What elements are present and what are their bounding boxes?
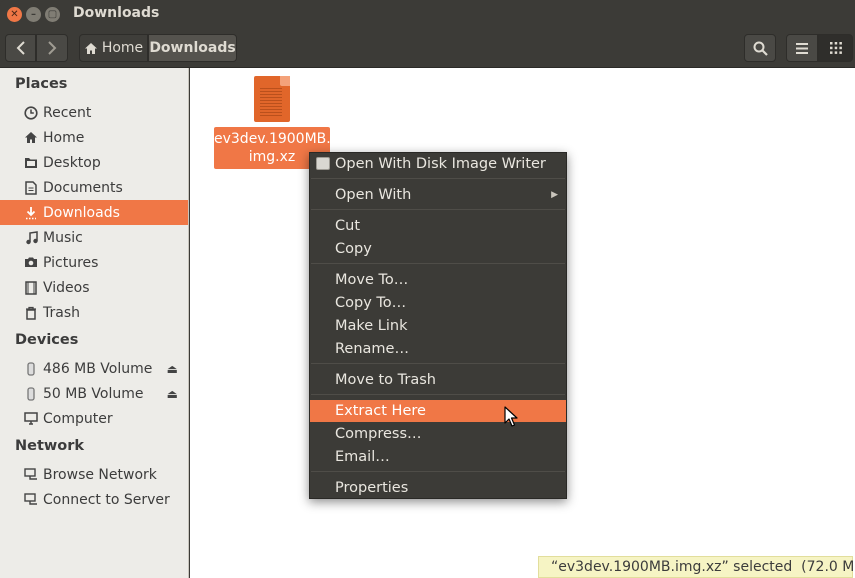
- home-icon: [84, 42, 97, 54]
- sidebar-item-documents[interactable]: Documents: [0, 175, 188, 200]
- sidebar-item-downloads[interactable]: Downloads: [0, 200, 188, 225]
- menu-item-open-with[interactable]: Open With ▶: [310, 184, 566, 206]
- menu-separator: [311, 471, 565, 472]
- search-button[interactable]: [744, 34, 776, 62]
- sidebar-item-computer[interactable]: Computer: [0, 406, 188, 431]
- disk-image-writer-icon: [316, 157, 330, 170]
- breadcrumb-home[interactable]: Home: [79, 34, 148, 62]
- sidebar-item-label: Connect to Server: [43, 491, 170, 508]
- grid-view-button[interactable]: [818, 34, 853, 62]
- sidebar-item-trash[interactable]: Trash: [0, 300, 188, 325]
- menu-separator: [311, 363, 565, 364]
- chevron-right-icon: [48, 41, 57, 55]
- menu-item-open-with-disk-image-writer[interactable]: Open With Disk Image Writer: [310, 153, 566, 175]
- sidebar-item-label: Downloads: [43, 204, 120, 221]
- back-button[interactable]: [5, 34, 36, 62]
- sidebar-item-label: Music: [43, 229, 83, 246]
- menu-item-move-to[interactable]: Move To…: [310, 269, 566, 291]
- menu-item-make-link[interactable]: Make Link: [310, 315, 566, 337]
- sidebar-item-label: 50 MB Volume: [43, 385, 144, 402]
- sidebar-item-videos[interactable]: Videos: [0, 275, 188, 300]
- title-bar: ✕ – ▢ Downloads: [0, 0, 855, 28]
- chevron-left-icon: [16, 41, 25, 55]
- sidebar-item-label: Trash: [43, 304, 80, 321]
- sidebar-item-label: Computer: [43, 410, 113, 427]
- menu-item-copy[interactable]: Copy: [310, 238, 566, 260]
- sidebar-item-home[interactable]: Home: [0, 125, 188, 150]
- sidebar-item-label: Recent: [43, 104, 92, 121]
- maximize-window-button[interactable]: ▢: [45, 7, 60, 22]
- sidebar-item-label: Home: [43, 129, 85, 146]
- download-icon: [24, 206, 38, 220]
- sidebar-item-desktop[interactable]: Desktop: [0, 150, 188, 175]
- menu-item-compress[interactable]: Compress…: [310, 423, 566, 445]
- context-menu: Open With Disk Image Writer Open With ▶ …: [309, 152, 567, 499]
- list-icon: [796, 42, 808, 54]
- sidebar-item-connect-to-server[interactable]: Connect to Server: [0, 487, 188, 512]
- menu-item-extract-here[interactable]: Extract Here: [310, 400, 566, 422]
- toolbar: Home Downloads: [0, 28, 855, 68]
- menu-item-rename[interactable]: Rename…: [310, 338, 566, 360]
- menu-item-move-to-trash[interactable]: Move to Trash: [310, 369, 566, 391]
- close-window-button[interactable]: ✕: [7, 7, 22, 22]
- usb-drive-icon: [24, 386, 38, 401]
- status-bar: “ev3dev.1900MB.img.xz” selected (72.0 MB…: [538, 556, 855, 578]
- eject-icon[interactable]: ⏏: [167, 362, 178, 376]
- submenu-arrow-icon: ▶: [551, 190, 558, 200]
- sidebar-item-50mb-volume[interactable]: 50 MB Volume ⏏: [0, 381, 188, 406]
- trash-icon: [24, 306, 38, 320]
- breadcrumb-downloads-label: Downloads: [149, 40, 236, 56]
- places-heading: Places: [15, 76, 68, 92]
- window-title: Downloads: [73, 5, 160, 21]
- sidebar-item-browse-network[interactable]: Browse Network: [0, 462, 188, 487]
- menu-separator: [311, 209, 565, 210]
- music-icon: [24, 230, 38, 245]
- menu-item-properties[interactable]: Properties: [310, 477, 566, 499]
- search-icon: [753, 41, 768, 56]
- document-icon: [24, 180, 38, 195]
- network-heading: Network: [15, 438, 85, 454]
- menu-item-cut[interactable]: Cut: [310, 215, 566, 237]
- folder-icon: [24, 156, 38, 170]
- list-view-button[interactable]: [786, 34, 818, 62]
- menu-item-email[interactable]: Email…: [310, 446, 566, 468]
- sidebar-item-label: Videos: [43, 279, 90, 296]
- sidebar-item-486mb-volume[interactable]: 486 MB Volume ⏏: [0, 356, 188, 381]
- camera-icon: [24, 256, 38, 270]
- devices-heading: Devices: [15, 332, 79, 348]
- forward-button[interactable]: [36, 34, 68, 62]
- grid-icon: [829, 42, 842, 54]
- sidebar-item-pictures[interactable]: Pictures: [0, 250, 188, 275]
- clock-icon: [24, 105, 38, 120]
- archive-file-icon: [254, 76, 290, 122]
- minimize-window-button[interactable]: –: [26, 7, 41, 22]
- sidebar-item-label: Browse Network: [43, 466, 157, 483]
- menu-separator: [311, 263, 565, 264]
- sidebar-item-music[interactable]: Music: [0, 225, 188, 250]
- usb-drive-icon: [24, 361, 38, 376]
- menu-separator: [311, 394, 565, 395]
- sidebar-item-recent[interactable]: Recent: [0, 100, 188, 125]
- mouse-pointer-icon: [504, 406, 518, 427]
- sidebar-item-label: Pictures: [43, 254, 99, 271]
- eject-icon[interactable]: ⏏: [167, 387, 178, 401]
- film-icon: [24, 280, 38, 295]
- menu-item-copy-to[interactable]: Copy To…: [310, 292, 566, 314]
- network-icon: [24, 467, 38, 482]
- computer-icon: [24, 411, 38, 426]
- server-icon: [24, 492, 38, 507]
- sidebar-item-label: 486 MB Volume: [43, 360, 153, 377]
- home-icon: [24, 131, 38, 145]
- breadcrumb-home-label: Home: [101, 40, 144, 56]
- breadcrumb-downloads[interactable]: Downloads: [148, 34, 237, 62]
- sidebar-item-label: Desktop: [43, 154, 101, 171]
- menu-separator: [311, 178, 565, 179]
- sidebar: Places Recent Home Desktop Documents Dow…: [0, 68, 189, 578]
- sidebar-item-label: Documents: [43, 179, 123, 196]
